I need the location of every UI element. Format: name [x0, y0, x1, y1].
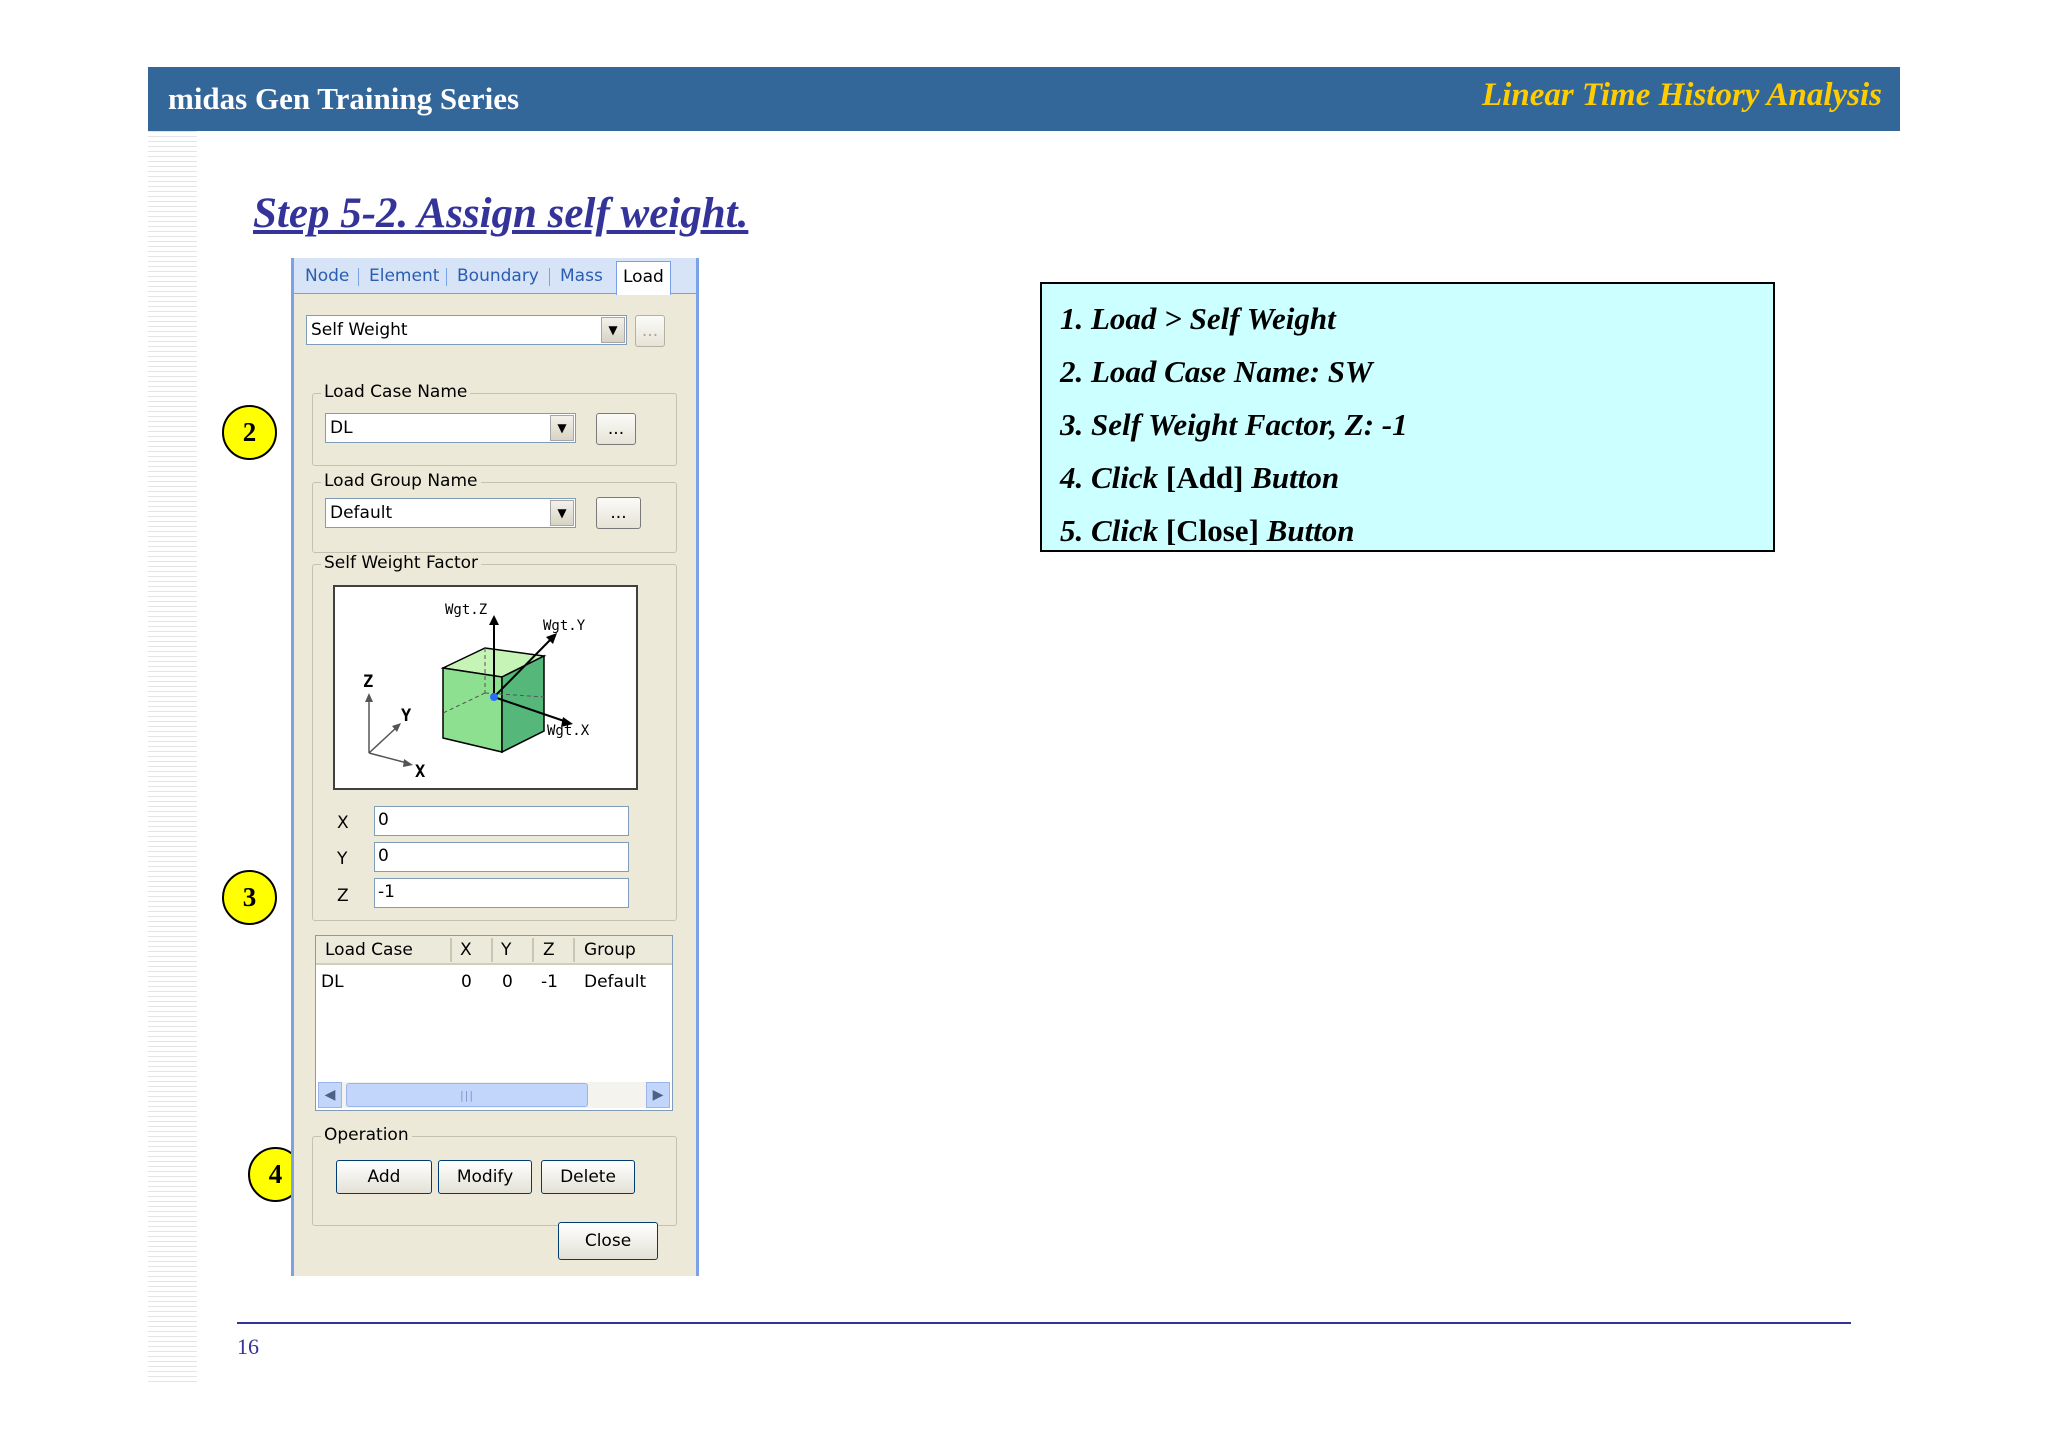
tab-divider: [549, 268, 550, 286]
column-divider: [450, 938, 452, 962]
modify-button[interactable]: Modify: [438, 1160, 532, 1194]
tab-divider: [446, 268, 447, 286]
instruction-3-text: 3. Self Weight Factor, Z: -1: [1060, 407, 1408, 442]
table-cell-y[interactable]: 0: [502, 972, 513, 992]
column-divider: [532, 938, 534, 962]
load-type-value: Self Weight: [311, 320, 408, 340]
table-header: Load Case X Y Z Group: [316, 936, 672, 965]
self-weight-table[interactable]: Load Case X Y Z Group DL 0 0 -1 Default …: [315, 935, 673, 1111]
horizontal-scrollbar[interactable]: ◀ ||| ▶: [318, 1082, 670, 1108]
dropdown-arrow-icon[interactable]: ▼: [601, 317, 625, 343]
table-cell-group[interactable]: Default: [584, 972, 646, 992]
column-divider: [573, 938, 575, 962]
series-title: midas Gen Training Series: [168, 81, 520, 116]
wgt-z-label: Wgt.Z: [445, 602, 487, 618]
cube-axes-icon: Wgt.Z Wgt.Y Wgt.X Z Y X: [363, 602, 590, 782]
load-group-edit-button[interactable]: ...: [596, 497, 641, 529]
instruction-5-bracket: [Close]: [1165, 513, 1259, 548]
step-title: Step 5-2. Assign self weight.: [253, 190, 749, 237]
column-header-z[interactable]: Z: [543, 940, 555, 960]
dropdown-arrow-icon[interactable]: ▼: [550, 500, 574, 526]
self-weight-diagram: Wgt.Z Wgt.Y Wgt.X Z Y X: [333, 585, 638, 790]
column-header-x[interactable]: X: [460, 940, 472, 960]
table-cell-x[interactable]: 0: [461, 972, 472, 992]
axis-y-label: Y: [401, 706, 412, 726]
tab-divider: [358, 268, 359, 286]
load-group-name-select[interactable]: Default ▼: [325, 498, 576, 528]
scroll-thumb[interactable]: |||: [346, 1083, 588, 1107]
z-factor-input[interactable]: -1: [374, 878, 629, 908]
self-weight-panel: Node Element Boundary Mass Load Self Wei…: [291, 258, 699, 1276]
column-divider: [491, 938, 493, 962]
axis-z-label: Z: [363, 672, 373, 692]
dropdown-arrow-icon[interactable]: ▼: [550, 415, 574, 441]
self-weight-factor-label: Self Weight Factor: [321, 553, 482, 573]
topic-title: Linear Time History Analysis: [1482, 77, 1882, 113]
callout-2: 2: [222, 405, 277, 460]
x-factor-label: X: [337, 813, 349, 833]
load-type-select[interactable]: Self Weight ▼: [306, 315, 627, 345]
load-case-name-label: Load Case Name: [321, 382, 471, 402]
load-case-name-select[interactable]: DL ▼: [325, 413, 576, 443]
operation-label: Operation: [321, 1125, 412, 1145]
table-cell-z[interactable]: -1: [541, 972, 558, 992]
instruction-4: 4. Click [Add] Button: [1060, 451, 1773, 504]
scroll-right-icon[interactable]: ▶: [646, 1082, 670, 1108]
instruction-5-prefix: 5. Click: [1060, 513, 1166, 548]
load-type-more-button[interactable]: ...: [635, 315, 665, 347]
instruction-4-bracket: [Add]: [1165, 460, 1244, 495]
instruction-1: 1. Load > Self Weight: [1060, 292, 1773, 345]
tab-load[interactable]: Load: [616, 261, 671, 295]
instruction-2: 2. Load Case Name: SW: [1060, 345, 1773, 398]
x-factor-input[interactable]: 0: [374, 806, 629, 836]
instruction-2-text: 2. Load Case Name: SW: [1060, 354, 1373, 389]
footer-divider: [237, 1322, 1851, 1324]
column-header-load-case[interactable]: Load Case: [325, 940, 413, 960]
close-button[interactable]: Close: [558, 1222, 658, 1260]
tab-element[interactable]: Element: [363, 264, 445, 292]
instructions-box: 1. Load > Self Weight 2. Load Case Name:…: [1040, 282, 1775, 552]
instruction-5-suffix: Button: [1258, 513, 1355, 548]
y-factor-label: Y: [337, 849, 348, 869]
tab-mass[interactable]: Mass: [554, 264, 609, 292]
load-case-name-value: DL: [330, 418, 353, 438]
load-case-edit-button[interactable]: ...: [596, 413, 636, 445]
instruction-4-suffix: Button: [1243, 460, 1340, 495]
instruction-4-prefix: 4. Click: [1060, 460, 1166, 495]
decorative-stripes: [148, 131, 197, 1383]
tab-boundary[interactable]: Boundary: [451, 264, 545, 292]
instruction-5: 5. Click [Close] Button: [1060, 504, 1773, 557]
column-header-group[interactable]: Group: [584, 940, 636, 960]
z-factor-label: Z: [337, 886, 349, 906]
wgt-y-label: Wgt.Y: [543, 618, 586, 634]
y-factor-input[interactable]: 0: [374, 842, 629, 872]
load-group-name-value: Default: [330, 503, 393, 523]
tab-node[interactable]: Node: [299, 264, 355, 292]
scroll-left-icon[interactable]: ◀: [318, 1082, 342, 1108]
tab-bar: Node Element Boundary Mass Load: [294, 258, 696, 295]
add-button[interactable]: Add: [336, 1160, 432, 1194]
wgt-x-label: Wgt.X: [547, 723, 590, 739]
instruction-3: 3. Self Weight Factor, Z: -1: [1060, 398, 1773, 451]
axis-x-label: X: [415, 762, 426, 782]
instruction-1-text: 1. Load > Self Weight: [1060, 301, 1336, 336]
callout-3: 3: [222, 870, 277, 925]
page-number: 16: [237, 1334, 259, 1359]
header-bar: midas Gen Training Series Linear Time Hi…: [148, 67, 1900, 131]
delete-button[interactable]: Delete: [541, 1160, 635, 1194]
table-cell-load-case[interactable]: DL: [321, 972, 344, 992]
load-group-name-label: Load Group Name: [321, 471, 481, 491]
column-header-y[interactable]: Y: [501, 940, 511, 960]
